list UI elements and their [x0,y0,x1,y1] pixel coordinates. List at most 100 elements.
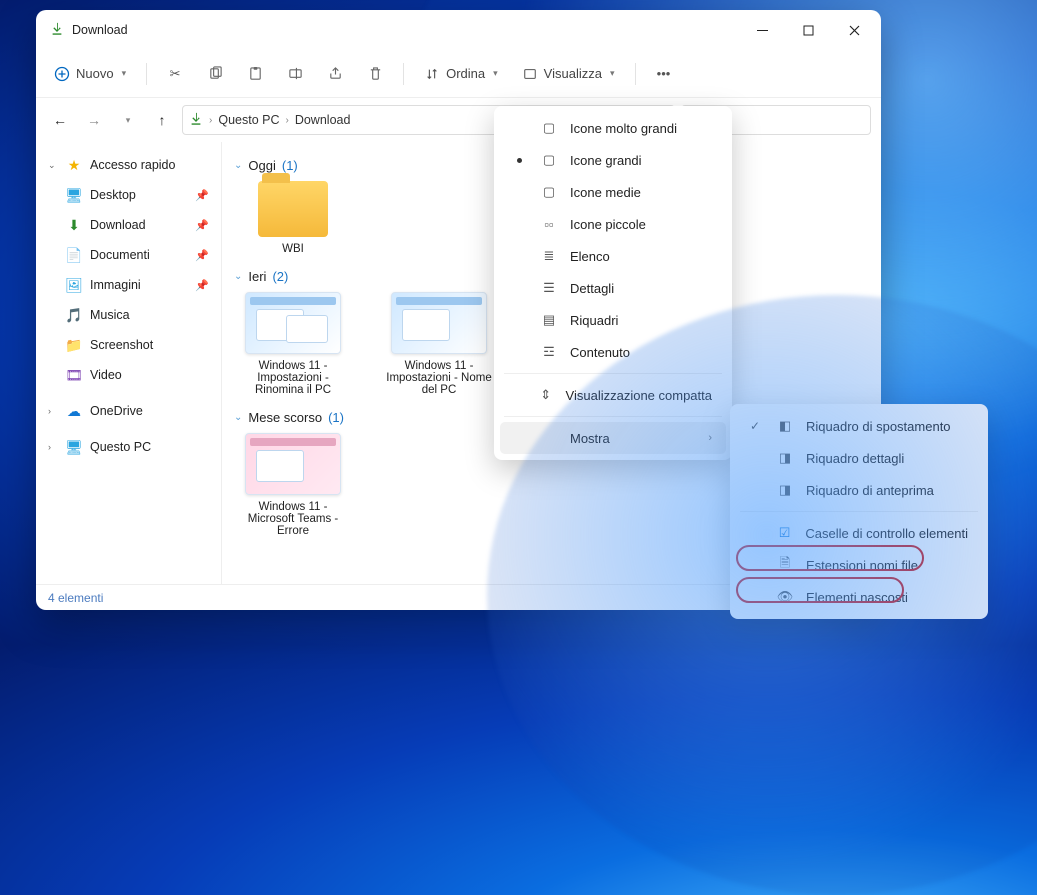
menu-item-icons-md[interactable]: ▢Icone medie [500,176,726,208]
maximize-button[interactable] [785,14,831,46]
download-icon: ⬇ [66,217,82,233]
nav-row: ← → ▾ ↑ › Questo PC › Download ⌄ ⟳ [36,98,881,142]
recent-button[interactable]: ▾ [114,106,142,134]
rename-button[interactable] [277,57,313,91]
copy-button[interactable] [197,57,233,91]
list-icon: ≣ [540,248,558,264]
group-label: Oggi [248,158,275,173]
menu-item-label: Elementi nascosti [806,590,908,605]
sidebar-item-label: Immagini [90,278,187,292]
sidebar-item-images[interactable]: 🖼Immagini📌 [40,270,217,300]
pin-icon: 📌 [195,219,209,232]
sidebar-item-music[interactable]: 🎵Musica [40,300,217,330]
menu-item-icons-xl[interactable]: ▢Icone molto grandi [500,112,726,144]
sidebar-item-label: Download [90,218,187,232]
minimize-button[interactable] [739,14,785,46]
menu-item-nav-pane[interactable]: ◧Riquadro di spostamento [736,410,982,442]
close-button[interactable] [831,14,877,46]
menu-item-details[interactable]: ☰Dettagli [500,272,726,304]
chevron-right-icon: › [48,406,58,416]
sidebar: ⌄ ★ Accesso rapido 🖥Desktop📌 ⬇Download📌 … [36,142,222,584]
new-button[interactable]: Nuovo ▾ [44,57,136,91]
menu-item-label: Riquadro dettagli [806,451,904,466]
menu-item-hidden-items[interactable]: 👁 Elementi nascosti [736,581,982,613]
cloud-icon: ☁ [66,403,82,419]
forward-button[interactable]: → [80,106,108,134]
sort-button[interactable]: Ordina ▾ [414,57,508,91]
new-label: Nuovo [76,66,114,81]
back-button[interactable]: ← [46,106,74,134]
menu-item-label: Dettagli [570,281,614,296]
pin-icon: 📌 [195,189,209,202]
tiles-icon: ▤ [540,312,558,328]
sidebar-label: Questo PC [90,440,209,454]
up-button[interactable]: ↑ [148,106,176,134]
chevron-right-icon[interactable]: › [285,115,288,126]
paste-button[interactable] [237,57,273,91]
menu-item-icons-sm[interactable]: ▫▫Icone piccole [500,208,726,240]
sidebar-quick-access[interactable]: ⌄ ★ Accesso rapido [40,150,217,180]
menu-item-tiles[interactable]: ▤ Riquadri [500,304,726,336]
file-item[interactable]: Windows 11 - Impostazioni - Rinomina il … [234,292,352,396]
menu-item-list[interactable]: ≣Elenco [500,240,726,272]
sidebar-item-label: Screenshot [90,338,209,352]
delete-button[interactable] [357,57,393,91]
sidebar-item-video[interactable]: 🎞Video [40,360,217,390]
share-icon [327,66,343,82]
chevron-down-icon: ▾ [610,68,615,79]
sidebar-item-download[interactable]: ⬇ Download 📌 [40,210,217,240]
breadcrumb-root[interactable]: Questo PC [218,113,279,127]
plus-icon [54,66,70,82]
menu-item-label: Icone piccole [570,217,646,232]
chevron-right-icon[interactable]: › [209,115,212,126]
menu-item-compact[interactable]: ⇕Visualizzazione compatta [500,379,726,411]
menu-item-show[interactable]: Mostra› [500,422,726,454]
menu-item-details-pane[interactable]: ◨ Riquadro dettagli [736,442,982,474]
menu-item-preview-pane[interactable]: ◨Riquadro di anteprima [736,474,982,506]
divider [635,63,636,85]
sidebar-item-label: Desktop [90,188,187,202]
menu-item-label: Riquadri [570,313,618,328]
menu-item-content[interactable]: ☲Contenuto [500,336,726,368]
separator [504,373,722,374]
group-label: Mese scorso [248,410,322,425]
command-bar: Nuovo ▾ ✂ Ordina ▾ Visualizza ▾ ••• [36,50,881,98]
sidebar-item-documents[interactable]: 📄Documenti📌 [40,240,217,270]
chevron-down-icon: ⌄ [234,412,242,423]
chevron-right-icon: › [708,432,712,444]
group-count: (1) [282,158,298,173]
cut-button[interactable]: ✂ [157,57,193,91]
file-item[interactable]: Windows 11 - Impostazioni - Nome del PC [380,292,498,396]
images-icon: 🖼 [66,277,82,293]
sidebar-this-pc[interactable]: › 🖥 Questo PC [40,432,217,462]
sidebar-label: OneDrive [90,404,209,418]
more-button[interactable]: ••• [646,57,682,91]
folder-item[interactable]: WBI [234,181,352,255]
sidebar-item-screenshot[interactable]: 📁Screenshot [40,330,217,360]
breadcrumb-folder[interactable]: Download [295,113,351,127]
item-label: Windows 11 - Impostazioni - Nome del PC [380,360,498,396]
eye-icon: 👁 [776,589,794,605]
share-button[interactable] [317,57,353,91]
menu-item-icons-lg[interactable]: ▢Icone grandi [500,144,726,176]
folder-icon [258,181,328,237]
paste-icon [247,66,263,82]
menu-item-label: Visualizzazione compatta [566,388,712,403]
menu-item-label: Riquadro di anteprima [806,483,934,498]
view-button[interactable]: Visualizza ▾ [512,57,625,91]
sidebar-onedrive[interactable]: › ☁ OneDrive [40,396,217,426]
sidebar-item-desktop[interactable]: 🖥Desktop📌 [40,180,217,210]
menu-item-file-extensions[interactable]: 🗎Estensioni nomi file [736,549,982,581]
pane-icon: ◨ [776,450,794,466]
explorer-window: Download Nuovo ▾ ✂ Ordina ▾ Visualizza ▾ [36,10,881,610]
file-item[interactable]: Windows 11 - Microsoft Teams - Errore [234,433,352,537]
group-count: (2) [272,269,288,284]
separator [504,416,722,417]
titlebar: Download [36,10,881,50]
rename-icon [287,66,303,82]
check-icon [746,419,764,433]
sidebar-item-label: Video [90,368,209,382]
menu-item-checkboxes[interactable]: ☑Caselle di controllo elementi [736,517,982,549]
menu-item-label: Icone molto grandi [570,121,677,136]
menu-item-label: Icone grandi [570,153,642,168]
